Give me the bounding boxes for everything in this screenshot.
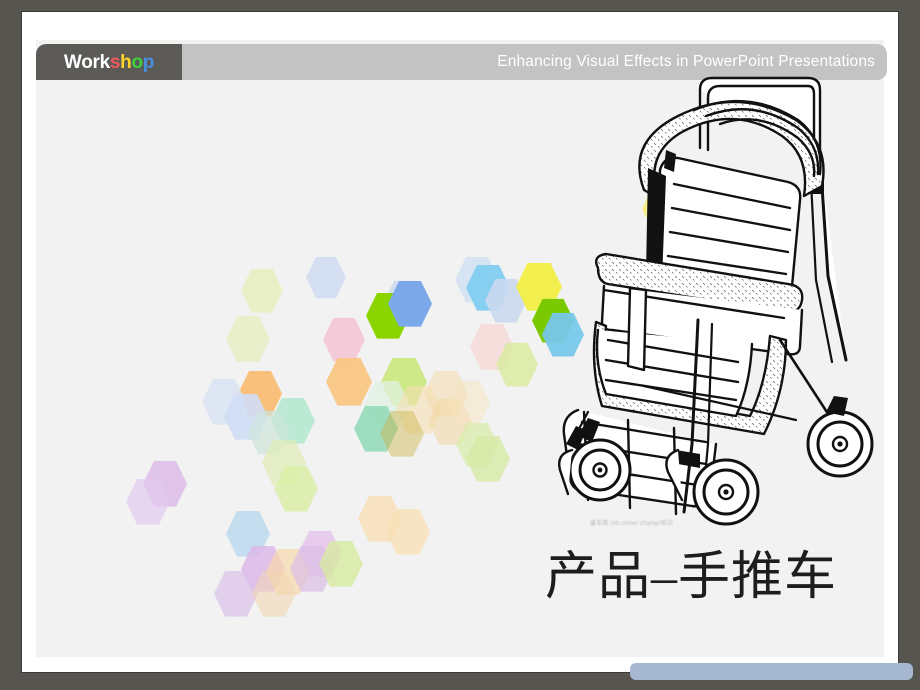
hexagon-13 <box>388 280 432 327</box>
hexagon-33 <box>380 410 424 457</box>
hexagon-12 <box>366 292 410 339</box>
hexagon-8 <box>466 264 510 311</box>
hexagon-43 <box>298 530 342 577</box>
hexagon-32 <box>354 405 398 452</box>
hexagon-29 <box>448 380 490 425</box>
hexagon-37 <box>143 460 187 507</box>
hexagon-42 <box>386 508 430 555</box>
hexagon-38 <box>126 478 170 525</box>
workshop-brand-block: Workshop <box>36 44 182 80</box>
workshop-logo-segment-1: s <box>109 51 121 73</box>
hexagon-7 <box>455 256 499 303</box>
hexagon-48 <box>214 570 258 617</box>
hexagon-35 <box>466 435 510 482</box>
hexagon-25 <box>364 380 410 429</box>
hexagon-17 <box>323 317 365 362</box>
hexagon-20 <box>326 357 372 406</box>
slide-viewer: Workshop Enhancing Visual Effects in Pow… <box>0 0 920 690</box>
page-title: 产品–手推车 <box>545 549 838 606</box>
hexagon-46 <box>290 545 334 592</box>
hexagon-49 <box>252 570 296 617</box>
workshop-logo-text: Workshop <box>64 53 154 72</box>
hexagon-44 <box>241 545 285 592</box>
workshop-logo-segment-3: o <box>131 51 143 73</box>
workshop-logo-segment-2: h <box>120 51 132 73</box>
hexagon-27 <box>424 370 468 417</box>
hexagon-9 <box>485 278 527 323</box>
hexagon-22 <box>202 378 246 425</box>
hexagon-23 <box>224 393 268 440</box>
hexagon-11 <box>384 280 424 323</box>
hexagon-40 <box>226 510 270 557</box>
baby-stroller-illustration <box>548 72 892 542</box>
hexagon-31 <box>248 410 290 455</box>
workshop-logo-segment-0: Work <box>63 51 110 73</box>
workshop-logo-segment-4: p <box>142 51 155 73</box>
hexagon-18 <box>470 323 514 370</box>
hexagon-6 <box>241 268 283 313</box>
footer-accent-bar <box>630 663 913 680</box>
hexagon-36 <box>262 439 306 486</box>
illustration-watermark: 童车图 /nh.cnnw/ champ/知识 <box>590 521 674 527</box>
hexagon-47 <box>319 540 363 587</box>
hexagon-39 <box>274 465 318 512</box>
hexagon-28 <box>428 398 472 445</box>
hexagon-24 <box>381 357 427 406</box>
hexagon-21 <box>238 370 282 417</box>
hexagon-41 <box>358 495 402 542</box>
hexagon-45 <box>266 548 310 595</box>
hexagon-34 <box>456 422 498 467</box>
hexagon-26 <box>396 385 442 434</box>
hexagon-30 <box>271 397 315 444</box>
hexagon-19 <box>496 342 538 387</box>
hexagon-16 <box>226 315 270 362</box>
hexagon-5 <box>306 256 346 299</box>
